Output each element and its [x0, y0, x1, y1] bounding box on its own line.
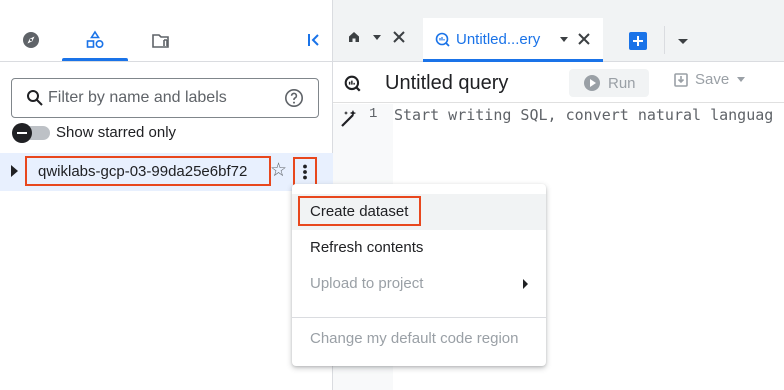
- project-name: qwiklabs-gcp-03-99da25e6bf72: [38, 162, 248, 180]
- line-number: 1: [369, 106, 378, 122]
- tab-bar: Untitled...ery: [333, 0, 784, 62]
- save-icon: [674, 72, 688, 87]
- query-icon: [344, 75, 361, 92]
- close-icon: [578, 33, 590, 45]
- project-name-highlight[interactable]: qwiklabs-gcp-03-99da25e6bf72: [25, 156, 271, 186]
- project-row[interactable]: qwiklabs-gcp-03-99da25e6bf72 ☆: [0, 153, 333, 191]
- menu-divider: [292, 317, 546, 318]
- explorer-nav: [0, 0, 333, 62]
- classic-explorer-icon[interactable]: [147, 26, 175, 54]
- menu-item-refresh-contents[interactable]: Refresh contents: [292, 230, 546, 266]
- chevron-down-icon[interactable]: [560, 37, 568, 42]
- query-title: Untitled query: [385, 72, 509, 94]
- editor-placeholder[interactable]: Start writing SQL, convert natural langu…: [394, 106, 784, 124]
- save-button[interactable]: Save: [673, 71, 746, 88]
- explorer-icon[interactable]: [17, 26, 45, 54]
- resources-icon[interactable]: [81, 26, 109, 54]
- filter-field[interactable]: [11, 78, 319, 118]
- tab-home[interactable]: [347, 30, 405, 44]
- run-button[interactable]: Run: [569, 69, 649, 97]
- active-nav-indicator: [62, 58, 128, 61]
- active-tab-indicator: [423, 59, 603, 62]
- create-dataset-highlight: [298, 196, 421, 226]
- more-vert-icon: [303, 164, 307, 180]
- project-context-menu: Create dataset Refresh contents Upload t…: [292, 184, 546, 366]
- tab-untitled-query[interactable]: Untitled...ery: [423, 18, 603, 62]
- tab-divider: [664, 26, 665, 54]
- ai-assist-icon[interactable]: [337, 107, 361, 131]
- starred-filter: Show starred only: [12, 121, 176, 143]
- tab-menu-icon[interactable]: [678, 39, 688, 44]
- project-actions-button[interactable]: [293, 157, 317, 187]
- tab-label: Untitled...ery: [456, 31, 541, 48]
- menu-item-upload-to-project[interactable]: Upload to project: [292, 266, 546, 302]
- expand-caret-icon[interactable]: [11, 165, 18, 177]
- star-icon[interactable]: ☆: [270, 159, 288, 181]
- chevron-down-icon: [737, 77, 746, 82]
- query-header: Untitled query Run Save: [333, 63, 784, 103]
- collapse-left-icon[interactable]: [300, 26, 328, 54]
- starred-toggle[interactable]: [12, 123, 52, 143]
- new-tab-button[interactable]: [629, 32, 647, 50]
- play-icon: [584, 75, 600, 91]
- filter-input[interactable]: [48, 89, 278, 107]
- help-icon[interactable]: [284, 88, 304, 108]
- submenu-arrow-icon: [523, 279, 528, 289]
- starred-toggle-label: Show starred only: [56, 123, 177, 141]
- explorer-panel: Show starred only qwiklabs-gcp-03-99da25…: [0, 0, 333, 390]
- chevron-down-icon[interactable]: [373, 34, 381, 40]
- menu-item-change-default-region[interactable]: Change my default code region: [292, 321, 546, 357]
- bigquery-studio: Show starred only qwiklabs-gcp-03-99da25…: [0, 0, 784, 390]
- close-icon: [393, 31, 405, 43]
- home-icon: [349, 32, 359, 42]
- search-icon: [26, 89, 44, 107]
- query-icon: [435, 32, 450, 47]
